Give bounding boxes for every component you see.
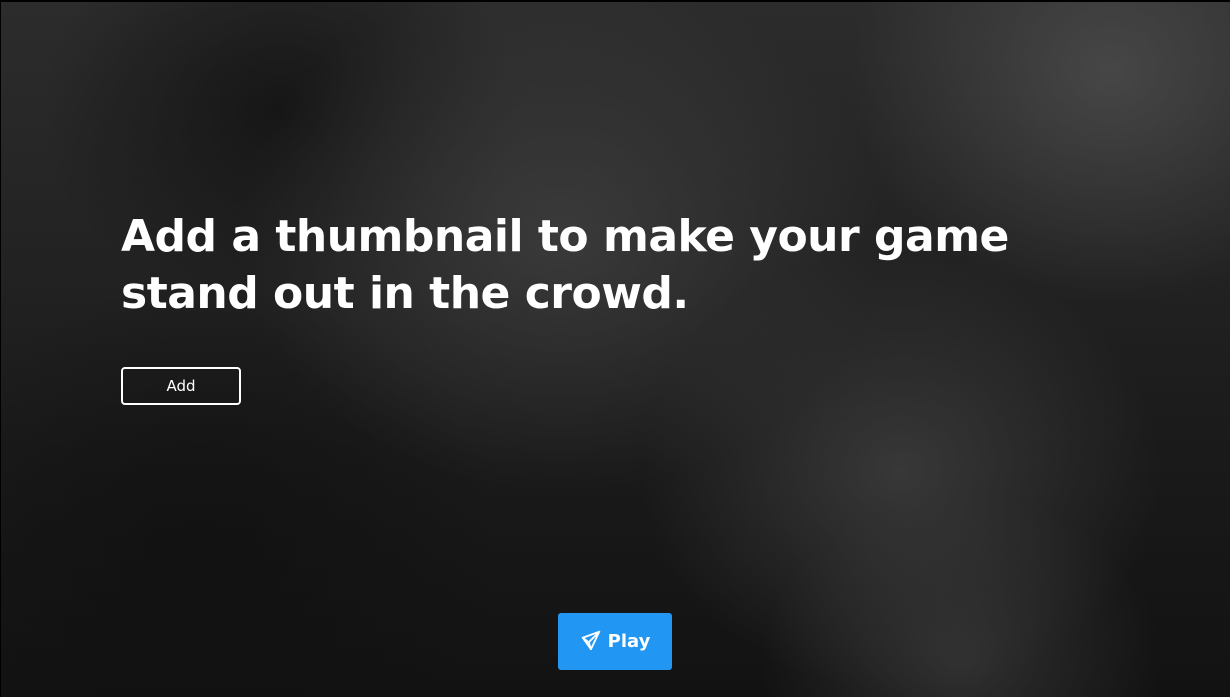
play-button[interactable]: Play (558, 613, 672, 670)
play-button-label: Play (607, 631, 651, 652)
page-title: Add a thumbnail to make your game stand … (121, 211, 1009, 319)
add-thumbnail-button[interactable]: Add (121, 367, 241, 405)
thumbnail-placeholder: Add a thumbnail to make your game stand … (0, 0, 1230, 697)
unity-logo-icon (580, 629, 602, 651)
add-button-label: Add (166, 377, 196, 395)
